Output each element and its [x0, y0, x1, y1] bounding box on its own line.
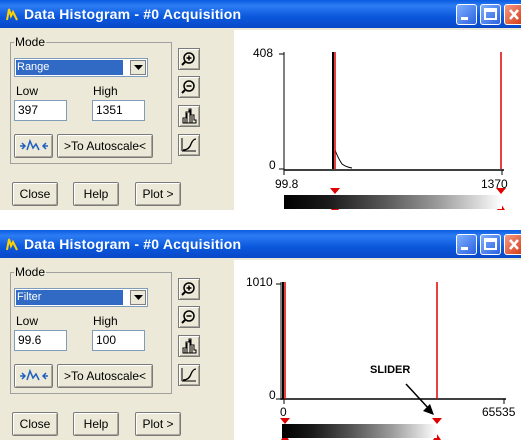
curve-button[interactable]	[178, 364, 200, 386]
histogram-window-range: Data Histogram - #0 Acquisition Mode Ran…	[0, 0, 521, 210]
histogram-icon	[182, 108, 197, 124]
histogram-button[interactable]	[178, 105, 200, 127]
minimize-button[interactable]	[456, 4, 477, 25]
histogram-icon	[182, 338, 197, 354]
plot-button[interactable]: Plot >	[135, 182, 181, 206]
minimize-icon	[461, 247, 468, 250]
low-slider-top	[330, 188, 340, 194]
close-button[interactable]: Close	[12, 412, 58, 436]
low-label: Low	[16, 84, 39, 98]
dropdown-button[interactable]	[130, 290, 146, 305]
dropdown-arrow-icon	[134, 295, 143, 300]
high-slider-top	[496, 188, 506, 194]
zoom-in-icon	[181, 52, 195, 66]
window-title: Data Histogram - #0 Acquisition	[24, 6, 242, 22]
low-label: Low	[16, 314, 39, 328]
zoom-out-icon	[181, 80, 195, 94]
dropdown-button[interactable]	[130, 60, 146, 75]
close-icon	[509, 9, 519, 20]
close-icon	[509, 239, 519, 250]
auto-range-icon	[20, 138, 48, 151]
histogram-app-icon	[6, 8, 18, 21]
curve-icon	[181, 368, 197, 382]
control-panel: Mode Filter Low High 99.6 100 >To Autosc…	[6, 265, 234, 438]
histogram-window-filter: Data Histogram - #0 Acquisition Mode Fil…	[0, 230, 521, 440]
histogram-chart	[276, 282, 506, 440]
high-label: High	[93, 84, 118, 98]
control-panel: Mode Range Low High 397 1351 >To Autosca…	[6, 35, 234, 208]
maximize-button[interactable]	[480, 4, 501, 25]
help-button[interactable]: Help	[73, 412, 119, 436]
mode-select[interactable]: Filter	[14, 288, 148, 307]
histogram-plot: 1010 0 0 65535 SLIDER	[234, 260, 521, 440]
dropdown-arrow-icon	[134, 65, 143, 70]
zoom-in-button[interactable]	[178, 48, 200, 70]
high-label: High	[93, 314, 118, 328]
histogram-plot: 408 0 99.8 1370	[234, 30, 521, 210]
mode-select-value: Range	[16, 60, 123, 75]
slider-arrowhead	[423, 404, 434, 415]
low-input[interactable]: 99.6	[14, 330, 67, 351]
zoom-in-icon	[181, 282, 195, 296]
minimize-icon	[461, 17, 468, 20]
high-input[interactable]: 100	[92, 330, 145, 351]
maximize-button[interactable]	[480, 234, 501, 255]
zoom-out-button[interactable]	[178, 306, 200, 328]
auto-range-button[interactable]	[14, 134, 53, 158]
close-button[interactable]: Close	[12, 182, 58, 206]
low-input[interactable]: 397	[14, 100, 67, 121]
zoom-in-button[interactable]	[178, 278, 200, 300]
autoscale-button[interactable]: >To Autoscale<	[57, 134, 153, 158]
maximize-icon	[484, 238, 497, 250]
window-title: Data Histogram - #0 Acquisition	[24, 236, 242, 252]
slider-arrow	[405, 383, 431, 411]
mode-select-value: Filter	[16, 290, 123, 305]
maximize-icon	[484, 8, 497, 20]
grayscale-slider[interactable]	[282, 424, 437, 438]
minimize-button[interactable]	[456, 234, 477, 255]
zoom-out-icon	[181, 310, 195, 324]
mode-label: Mode	[14, 265, 47, 279]
auto-range-button[interactable]	[14, 364, 53, 388]
plot-button[interactable]: Plot >	[135, 412, 181, 436]
histogram-button[interactable]	[178, 335, 200, 357]
histogram-chart	[279, 52, 506, 210]
close-window-button[interactable]	[504, 4, 521, 25]
auto-range-icon	[20, 368, 48, 381]
mode-select[interactable]: Range	[14, 58, 148, 77]
close-window-button[interactable]	[504, 234, 521, 255]
curve-button[interactable]	[178, 134, 200, 156]
curve-icon	[181, 138, 197, 152]
high-input[interactable]: 1351	[92, 100, 145, 121]
histogram-app-icon	[6, 238, 18, 251]
title-bar[interactable]: Data Histogram - #0 Acquisition	[0, 0, 521, 28]
grayscale-slider[interactable]	[284, 195, 502, 209]
title-bar[interactable]: Data Histogram - #0 Acquisition	[0, 230, 521, 258]
mode-label: Mode	[14, 35, 47, 49]
zoom-out-button[interactable]	[178, 76, 200, 98]
histogram-tail	[334, 149, 353, 169]
help-button[interactable]: Help	[73, 182, 119, 206]
autoscale-button[interactable]: >To Autoscale<	[57, 364, 153, 388]
